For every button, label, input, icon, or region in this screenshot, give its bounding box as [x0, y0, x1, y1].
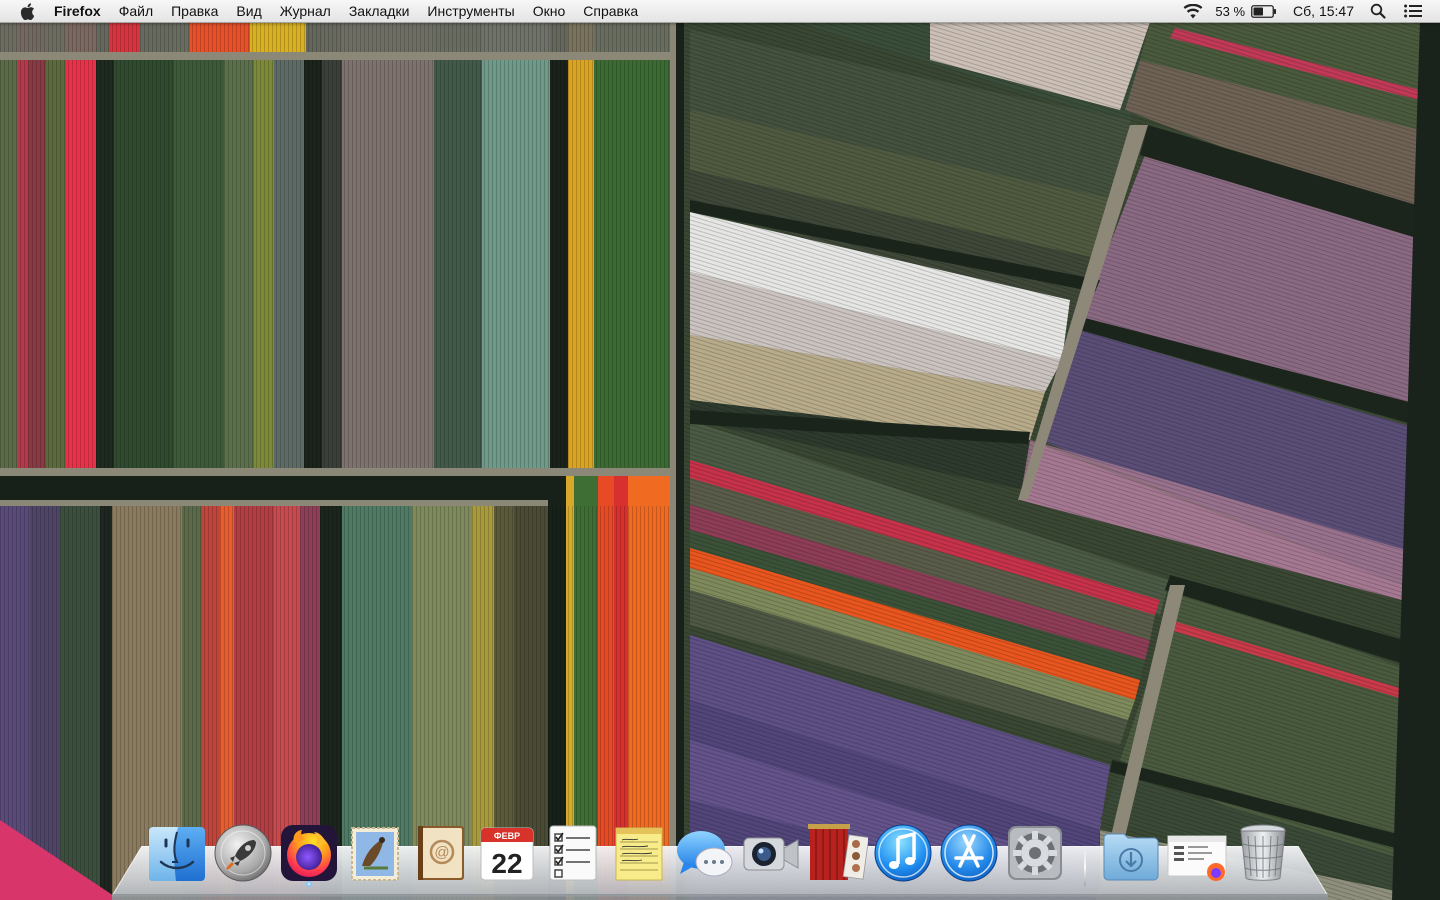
- desktop[interactable]: Firefox Файл Правка Вид Журнал Закладки …: [0, 0, 1440, 900]
- menu-bookmarks[interactable]: Закладки: [340, 0, 419, 22]
- dock-contacts[interactable]: @: [410, 822, 472, 884]
- launchpad-rocket-icon: [214, 824, 272, 882]
- dock-photo-booth[interactable]: [806, 822, 868, 884]
- clock[interactable]: Сб, 15:47: [1283, 0, 1364, 22]
- wifi-icon[interactable]: [1177, 0, 1209, 22]
- calendar-month: ФЕВР: [494, 831, 520, 841]
- dock-trash[interactable]: [1232, 822, 1294, 884]
- calendar-day: 22: [491, 848, 522, 879]
- menu-help[interactable]: Справка: [574, 0, 647, 22]
- calendar-icon: ФЕВР 22: [480, 827, 534, 881]
- dock-launchpad[interactable]: [212, 822, 274, 884]
- dock-facetime[interactable]: [740, 822, 802, 884]
- app-menu-firefox[interactable]: Firefox: [54, 0, 110, 22]
- apple-menu-icon[interactable]: [16, 0, 38, 22]
- menu-window[interactable]: Окно: [524, 0, 575, 22]
- trash-icon: [1240, 824, 1286, 881]
- dock-minimized-window[interactable]: [1166, 822, 1230, 884]
- dock-notes[interactable]: [608, 822, 670, 884]
- menu-bar: Firefox Файл Правка Вид Журнал Закладки …: [0, 0, 1440, 23]
- dock-finder[interactable]: [146, 822, 208, 884]
- running-indicator: [306, 881, 312, 887]
- photo-booth-icon: [808, 824, 868, 880]
- menu-history[interactable]: Журнал: [271, 0, 340, 22]
- dock-mail[interactable]: [344, 822, 406, 884]
- contacts-book-icon: @: [418, 826, 464, 880]
- notes-icon: [615, 827, 663, 881]
- minimized-window-thumbnail-icon: [1167, 835, 1227, 881]
- mail-stamp-icon: [351, 827, 399, 881]
- dock-downloads-folder[interactable]: [1100, 822, 1162, 884]
- itunes-note-icon: [874, 824, 932, 882]
- desktop-wallpaper: [0, 0, 1440, 900]
- dock-separator: [1084, 848, 1086, 886]
- menu-file[interactable]: Файл: [110, 0, 162, 22]
- menu-tools[interactable]: Инструменты: [418, 0, 523, 22]
- dock-messages[interactable]: [674, 822, 736, 884]
- dock-firefox[interactable]: [278, 822, 340, 887]
- dock-calendar[interactable]: ФЕВР 22: [476, 822, 538, 884]
- gear-icon: [1008, 826, 1062, 880]
- messages-icon: [677, 831, 733, 877]
- menu-extras: 53 % Сб, 15:47: [1177, 0, 1440, 22]
- battery-icon[interactable]: [1251, 0, 1283, 22]
- dock-system-preferences[interactable]: [1004, 822, 1066, 884]
- menu-view[interactable]: Вид: [227, 0, 270, 22]
- facetime-camera-icon: [743, 837, 799, 871]
- finder-icon: [149, 827, 205, 881]
- app-store-icon: [940, 824, 998, 882]
- battery-percentage[interactable]: 53 %: [1209, 0, 1251, 22]
- notification-center-icon[interactable]: [1392, 0, 1428, 22]
- downloads-folder-icon: [1103, 833, 1159, 881]
- svg-text:@: @: [434, 844, 449, 861]
- menu-edit[interactable]: Правка: [162, 0, 227, 22]
- dock-app-store[interactable]: [938, 822, 1000, 884]
- spotlight-icon[interactable]: [1364, 0, 1392, 22]
- firefox-icon: [281, 825, 337, 881]
- dock-itunes[interactable]: [872, 822, 934, 884]
- dock-reminders[interactable]: [542, 822, 604, 884]
- reminders-icon: [549, 825, 597, 881]
- dock: @ ФЕВР 22: [140, 818, 1300, 890]
